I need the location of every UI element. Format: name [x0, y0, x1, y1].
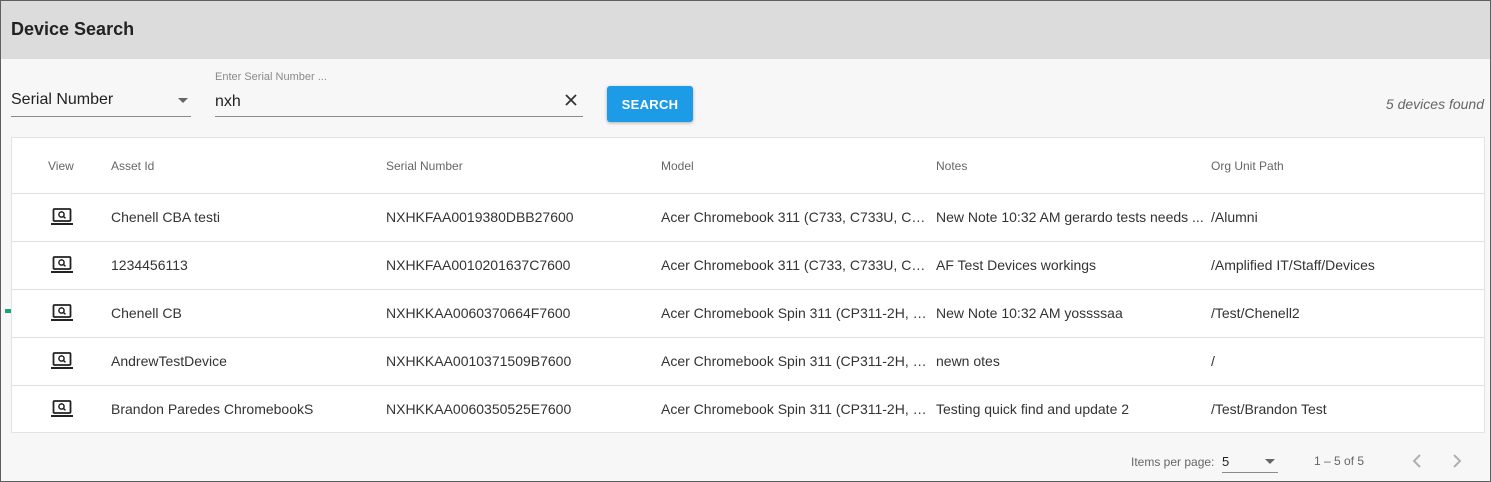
dropdown-caret-icon — [178, 98, 188, 103]
column-header-view: View — [48, 159, 74, 173]
table-row: 1234456113 NXHKFAA0010201637C7600 Acer C… — [12, 242, 1484, 290]
dropdown-caret-icon — [1265, 459, 1275, 464]
table-row: AndrewTestDevice NXHKKAA0010371509B7600 … — [12, 338, 1484, 386]
page-range: 1 – 5 of 5 — [1314, 454, 1365, 468]
result-count: 5 devices found — [1385, 96, 1484, 112]
laptop-search-icon[interactable] — [50, 303, 74, 323]
org-unit-cell: /Test/Chenell2 — [1211, 305, 1300, 321]
org-unit-cell: /Test/Brandon Test — [1211, 401, 1327, 417]
laptop-search-icon[interactable] — [50, 207, 74, 227]
table-row: Brandon Paredes ChromebookS NXHKKAA00603… — [12, 386, 1484, 434]
serial-number-cell: NXHKKAA0060370664F7600 — [386, 305, 571, 321]
serial-number-cell: NXHKKAA0010371509B7600 — [386, 353, 572, 369]
items-per-page-select[interactable]: 5 — [1222, 451, 1278, 473]
model-cell: Acer Chromebook Spin 311 (CP311-2H, C... — [661, 401, 929, 417]
asset-id-cell: Chenell CBA testi — [111, 209, 220, 225]
serial-number-cell: NXHKFAA0010201637C7600 — [386, 257, 571, 273]
model-cell: Acer Chromebook Spin 311 (CP311-2H, C... — [661, 353, 929, 369]
column-header-serial-number: Serial Number — [386, 159, 463, 173]
model-cell: Acer Chromebook Spin 311 (CP311-2H, C... — [661, 305, 929, 321]
notes-cell: New Note 10:32 AM yossssaa — [936, 305, 1123, 321]
org-unit-cell: / — [1211, 353, 1215, 369]
serial-search-field: Enter Serial Number ... — [215, 71, 583, 117]
items-per-page-value: 5 — [1222, 454, 1230, 469]
device-search-panel: Device Search Serial Number Enter Serial… — [0, 0, 1491, 482]
close-icon[interactable] — [563, 92, 579, 108]
laptop-search-icon[interactable] — [50, 399, 74, 419]
asset-id-cell: Brandon Paredes ChromebookS — [111, 401, 314, 417]
search-field-select-value: Serial Number — [11, 91, 114, 108]
model-cell: Acer Chromebook 311 (C733, C733U, C7... — [661, 257, 929, 273]
model-cell: Acer Chromebook 311 (C733, C733U, C7... — [661, 209, 929, 225]
serial-search-label: Enter Serial Number ... — [215, 71, 327, 83]
serial-search-input[interactable] — [215, 91, 555, 113]
serial-number-cell: NXHKKAA0060350525E7600 — [386, 401, 572, 417]
notes-cell: Testing quick find and update 2 — [936, 401, 1130, 417]
asset-id-cell: Chenell CB — [111, 305, 182, 321]
org-unit-cell: /Amplified IT/Staff/Devices — [1211, 257, 1375, 273]
notes-cell: newn otes — [936, 353, 1000, 369]
table-row: Chenell CB NXHKKAA0060370664F7600 Acer C… — [12, 290, 1484, 338]
serial-number-cell: NXHKFAA0019380DBB27600 — [386, 209, 574, 225]
devices-table: View Asset Id Serial Number Model Notes … — [11, 137, 1485, 433]
search-button[interactable]: SEARCH — [607, 86, 693, 122]
items-per-page-label: Items per page: — [1131, 455, 1215, 469]
org-unit-cell: /Alumni — [1211, 209, 1258, 225]
asset-id-cell: AndrewTestDevice — [111, 353, 227, 369]
laptop-search-icon[interactable] — [50, 255, 74, 275]
table-header: View Asset Id Serial Number Model Notes … — [12, 138, 1484, 194]
laptop-search-icon[interactable] — [50, 351, 74, 371]
column-header-model: Model — [661, 159, 694, 173]
chevron-right-icon[interactable] — [1447, 451, 1467, 471]
notes-cell: AF Test Devices workings — [936, 257, 1097, 273]
notes-cell: New Note 10:32 AM gerardo tests needs ..… — [936, 209, 1204, 225]
column-header-notes: Notes — [936, 159, 968, 173]
column-header-asset-id: Asset Id — [111, 159, 155, 173]
chevron-left-icon[interactable] — [1407, 451, 1427, 471]
table-row: Chenell CBA testi NXHKFAA0019380DBB27600… — [12, 194, 1484, 242]
title-bar: Device Search — [1, 1, 1490, 59]
page-title: Device Search — [11, 19, 135, 39]
asset-id-cell: 1234456113 — [111, 257, 188, 273]
column-header-org-unit-path: Org Unit Path — [1211, 159, 1284, 173]
search-field-select[interactable]: Serial Number — [11, 87, 191, 117]
paginator: Items per page: 5 1 – 5 of 5 — [1, 441, 1490, 481]
